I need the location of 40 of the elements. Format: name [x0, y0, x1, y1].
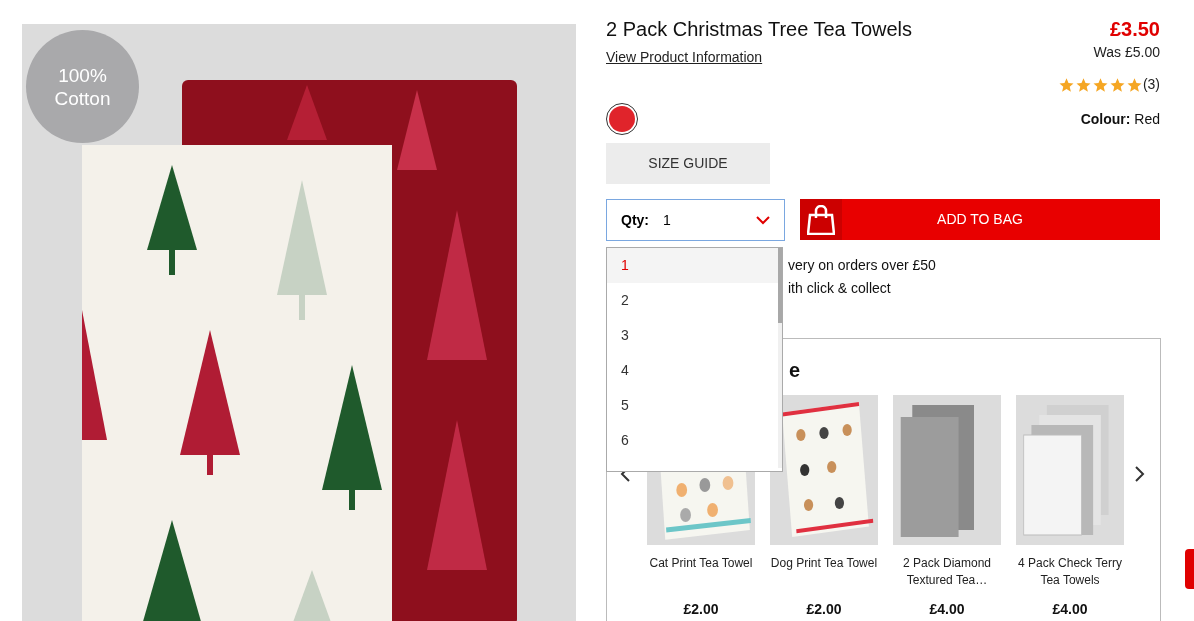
product-price: £4.00 [929, 600, 965, 619]
colour-label: Colour: [1080, 110, 1131, 127]
star-icon [1091, 76, 1109, 93]
scrollbar-thumb[interactable] [778, 248, 782, 323]
star-icon [1057, 76, 1075, 93]
product-thumbnail[interactable] [770, 395, 878, 545]
review-count[interactable]: (3) [1142, 74, 1160, 95]
product-price: £2.00 [806, 600, 842, 619]
product-price: £2.00 [683, 600, 719, 619]
product-thumbnail[interactable] [1016, 395, 1124, 545]
chevron-down-icon [756, 215, 770, 225]
shopping-bag-icon [807, 204, 835, 235]
quantity-option[interactable]: 4 [607, 353, 778, 388]
chevron-right-icon[interactable] [1135, 466, 1145, 482]
product-title: 2 Pack Christmas Tree Tea Towels [606, 17, 913, 42]
delivery-note: ith click & collect [788, 279, 892, 298]
price: £3.50 [1109, 17, 1160, 42]
star-icon [1108, 76, 1126, 93]
product-name[interactable]: 2 Pack Diamond Textured Tea… [887, 555, 1007, 599]
colour-value: Red [1134, 110, 1160, 127]
section-heading: e [789, 358, 801, 383]
star-icon [1074, 76, 1092, 93]
product-info-link[interactable]: View Product Information [606, 47, 913, 68]
quantity-option[interactable]: 2 [607, 283, 778, 318]
product-name[interactable]: Dog Print Tea Towel [764, 555, 884, 599]
quantity-select[interactable]: Qty: 1 [606, 199, 785, 241]
quantity-option[interactable]: 5 [607, 388, 778, 423]
quantity-option[interactable]: 6 [607, 423, 778, 458]
star-icon [1125, 76, 1143, 93]
product-name[interactable]: Cat Print Tea Towel [641, 555, 761, 599]
quantity-option[interactable]: 1 [607, 248, 778, 283]
product-price: £4.00 [1052, 600, 1088, 619]
cotton-badge: 100% Cotton [26, 30, 139, 143]
product-name[interactable]: 4 Pack Check Terry Tea Towels [1010, 555, 1130, 599]
add-to-bag-button[interactable]: ADD TO BAG [800, 199, 1160, 240]
delivery-note: very on orders over £50 [788, 256, 937, 275]
quantity-option[interactable]: 3 [607, 318, 778, 353]
size-guide-button[interactable]: SIZE GUIDE [606, 143, 770, 184]
product-thumbnail[interactable] [893, 395, 1001, 545]
was-price: Was £5.00 [1093, 43, 1160, 62]
